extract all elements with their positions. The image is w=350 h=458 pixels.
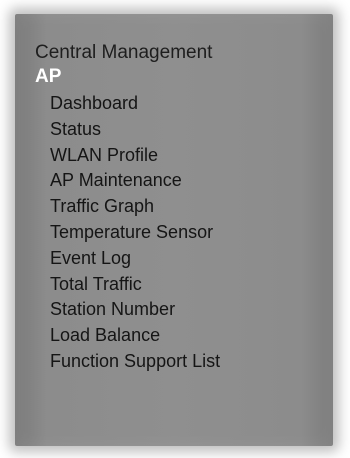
menu-items: Dashboard Status WLAN Profile AP Mainten…	[35, 91, 323, 375]
menu-item-wlan-profile[interactable]: WLAN Profile	[35, 143, 323, 169]
menu-item-load-balance[interactable]: Load Balance	[35, 323, 323, 349]
menu-item-temperature-sensor[interactable]: Temperature Sensor	[35, 220, 323, 246]
menu-item-total-traffic[interactable]: Total Traffic	[35, 272, 323, 298]
menu-item-event-log[interactable]: Event Log	[35, 246, 323, 272]
menu-item-traffic-graph[interactable]: Traffic Graph	[35, 194, 323, 220]
navigation-panel: Central Management AP Dashboard Status W…	[15, 14, 333, 446]
menu-item-ap-maintenance[interactable]: AP Maintenance	[35, 168, 323, 194]
menu: Central Management AP Dashboard Status W…	[35, 40, 323, 375]
menu-item-function-support-list[interactable]: Function Support List	[35, 349, 323, 375]
menu-heading-central-management[interactable]: Central Management	[35, 40, 323, 66]
menu-item-status[interactable]: Status	[35, 117, 323, 143]
menu-item-station-number[interactable]: Station Number	[35, 297, 323, 323]
menu-section-ap[interactable]: AP	[35, 66, 323, 88]
menu-item-dashboard[interactable]: Dashboard	[35, 91, 323, 117]
